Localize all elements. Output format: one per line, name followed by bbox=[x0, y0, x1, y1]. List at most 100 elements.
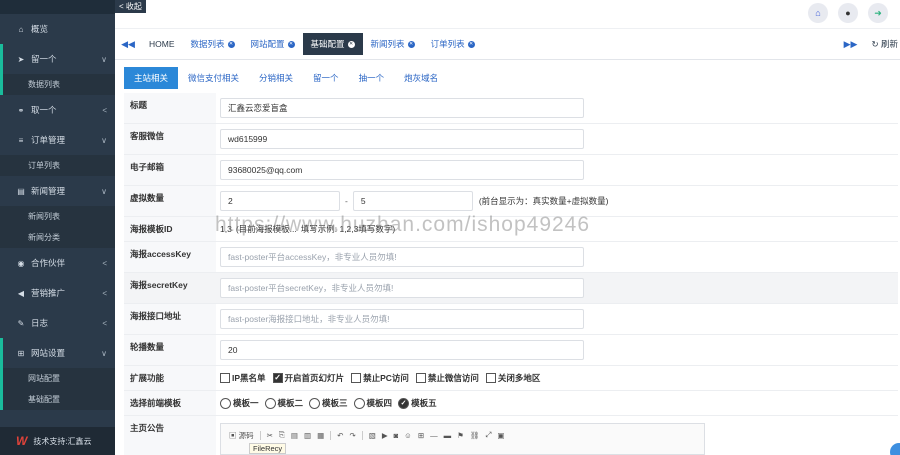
tab-scroll-right-icon[interactable]: ▶▶ bbox=[844, 39, 858, 50]
ip-blacklist-checkbox[interactable]: IP黑名单 bbox=[220, 372, 266, 384]
chevron-down-icon: ∨ bbox=[101, 186, 107, 196]
sidebar-item-label: 营销推广 bbox=[31, 288, 66, 298]
subtab-leave-one[interactable]: 留一个 bbox=[303, 67, 349, 89]
flash-icon[interactable]: ◙ bbox=[394, 431, 399, 440]
radio-icon bbox=[220, 397, 231, 409]
preview-icon[interactable]: ▣ bbox=[497, 431, 504, 440]
sidebar-item-leave-one[interactable]: ➤ 留一个 ∨ bbox=[0, 44, 115, 74]
template-5-radio[interactable]: ✓ 模板五 bbox=[398, 397, 437, 409]
virtual-max-input[interactable] bbox=[352, 191, 473, 211]
tab-data-list[interactable]: 数据列表 ✕ bbox=[183, 33, 243, 55]
sidebar-item-marketing[interactable]: ◀ 营销推广 < bbox=[0, 278, 115, 308]
email-input[interactable] bbox=[220, 160, 584, 180]
disable-multi-region-checkbox[interactable]: 关闭多地区 bbox=[485, 372, 540, 384]
carousel-count-input[interactable] bbox=[220, 340, 584, 360]
template-3-radio[interactable]: 模板三 bbox=[309, 397, 348, 409]
title-input[interactable] bbox=[220, 98, 584, 118]
fullscreen-icon[interactable]: ⤢ bbox=[485, 430, 491, 440]
tab-news-list[interactable]: 新闻列表 ✕ bbox=[363, 33, 423, 55]
checkbox-icon bbox=[220, 373, 230, 383]
tab-scroll-left-icon[interactable]: ◀◀ bbox=[115, 39, 141, 50]
paste-icon[interactable]: ▤ bbox=[291, 431, 298, 440]
video-icon[interactable]: ▶ bbox=[382, 431, 388, 440]
tab-label: 网站配置 bbox=[250, 39, 285, 49]
sidebar-item-partners[interactable]: ◉ 合作伙伴 < bbox=[0, 248, 115, 278]
sidebar-item-label: 新闻管理 bbox=[31, 186, 66, 196]
image-icon[interactable]: ▧ bbox=[369, 431, 376, 440]
brand-logo-icon: W bbox=[16, 434, 28, 448]
sidebar-subitem-order-list[interactable]: 订单列表 bbox=[0, 155, 115, 176]
paste-text-icon[interactable]: ▥ bbox=[304, 431, 311, 440]
access-key-input[interactable] bbox=[220, 247, 584, 267]
homepage-slides-checkbox[interactable]: ✓ 开启首页幻灯片 bbox=[272, 372, 344, 384]
sidebar-subitem-news-category[interactable]: 新闻分类 bbox=[0, 227, 115, 248]
template-1-radio[interactable]: 模板一 bbox=[220, 397, 259, 409]
close-icon[interactable]: ✕ bbox=[287, 40, 295, 48]
sidebar-item-take-one[interactable]: ⚭ 取一个 < bbox=[0, 95, 115, 125]
table-icon[interactable]: ⊞ bbox=[418, 431, 424, 440]
close-icon[interactable]: ✕ bbox=[347, 40, 355, 48]
chevron-down-icon: ∨ bbox=[101, 135, 107, 145]
field-label: 海报接口地址 bbox=[124, 304, 216, 334]
sidebar-item-news[interactable]: ▤ 新闻管理 ∨ bbox=[0, 176, 115, 206]
hr-icon[interactable]: — bbox=[430, 431, 438, 440]
refresh-button[interactable]: ↻ 刷新 bbox=[871, 38, 898, 50]
pagebreak-icon[interactable]: ▬ bbox=[444, 431, 452, 440]
virtual-min-input[interactable] bbox=[220, 191, 340, 211]
link-icon[interactable]: ⛓ bbox=[470, 431, 480, 440]
subtab-wechat-pay[interactable]: 微信支付相关 bbox=[178, 67, 249, 89]
subtab-main-site[interactable]: 主站相关 bbox=[124, 67, 179, 89]
newspaper-icon: ▤ bbox=[17, 186, 25, 196]
sidebar-subitem-data-list[interactable]: 数据列表 bbox=[0, 74, 115, 95]
collapse-sidebar-button[interactable]: < 收起 bbox=[115, 0, 146, 13]
poster-api-input[interactable] bbox=[220, 309, 584, 329]
close-icon[interactable]: ✕ bbox=[407, 40, 415, 48]
checkbox-icon bbox=[415, 373, 426, 383]
source-code-button[interactable]: ▣ 源码 bbox=[229, 430, 254, 441]
secret-key-input[interactable] bbox=[220, 278, 584, 298]
tab-home[interactable]: HOME bbox=[141, 33, 183, 55]
sidebar-subitem-news-list[interactable]: 新闻列表 bbox=[0, 206, 115, 227]
tab-order-list[interactable]: 订单列表 ✕ bbox=[423, 33, 483, 55]
floating-help-button[interactable] bbox=[890, 443, 900, 455]
sidebar-item-site-settings[interactable]: ⊞ 网站设置 ∨ bbox=[0, 338, 115, 368]
radio-icon bbox=[309, 397, 321, 409]
subtab-distribution[interactable]: 分销相关 bbox=[249, 67, 303, 89]
block-pc-checkbox[interactable]: 禁止PC访问 bbox=[351, 372, 409, 384]
form-row-announcement: 主页公告 ▣ 源码 ✂ ⎘ ▤ ▥ ▦ ↶ ↷ ▧ ▶ ◙ ☺ ⊞ — ▬ ⚑ … bbox=[124, 416, 898, 455]
user-icon[interactable]: ● bbox=[838, 3, 858, 23]
cut-icon[interactable]: ✂ bbox=[267, 431, 273, 440]
checkbox-icon bbox=[351, 373, 362, 383]
anchor-icon[interactable]: ⚑ bbox=[457, 431, 464, 440]
undo-icon[interactable]: ↶ bbox=[337, 431, 343, 440]
paste-word-icon[interactable]: ▦ bbox=[317, 431, 324, 440]
checkbox-icon bbox=[485, 373, 496, 383]
template-2-radio[interactable]: 模板二 bbox=[264, 397, 303, 409]
announcement-editor[interactable]: ▣ 源码 ✂ ⎘ ▤ ▥ ▦ ↶ ↷ ▧ ▶ ◙ ☺ ⊞ — ▬ ⚑ ⛓ ⤢ ▣… bbox=[220, 423, 705, 455]
block-wechat-checkbox[interactable]: 禁止微信访问 bbox=[415, 372, 479, 384]
redo-icon[interactable]: ↷ bbox=[349, 431, 355, 440]
template-4-radio[interactable]: 模板四 bbox=[353, 397, 392, 409]
sidebar-item-logs[interactable]: ✎ 日志 < bbox=[0, 308, 115, 338]
tab-site-config[interactable]: 网站配置 ✕ bbox=[243, 33, 303, 55]
close-icon[interactable]: ✕ bbox=[467, 40, 475, 48]
close-icon[interactable]: ✕ bbox=[227, 40, 235, 48]
sidebar-subitem-basic-config[interactable]: 基础配置 bbox=[0, 389, 115, 410]
tab-basic-config[interactable]: 基础配置 ✕ bbox=[302, 33, 363, 55]
sidebar-item-label: 订单管理 bbox=[31, 135, 66, 145]
emoji-icon[interactable]: ☺ bbox=[404, 431, 412, 440]
wechat-input[interactable] bbox=[220, 129, 584, 149]
sidebar-item-label: 日志 bbox=[31, 318, 49, 328]
sidebar-subitem-label: 网站配置 bbox=[28, 374, 60, 383]
sidebar-subitem-site-config[interactable]: 网站配置 bbox=[0, 368, 115, 389]
field-label: 标题 bbox=[124, 93, 216, 123]
field-label: 海报secretKey bbox=[124, 273, 216, 303]
subtab-draw-one[interactable]: 抽一个 bbox=[349, 67, 395, 89]
home-icon[interactable]: ⌂ bbox=[808, 3, 828, 23]
logout-icon[interactable]: ➜ bbox=[868, 3, 888, 23]
subtab-decoy-domain[interactable]: 炮灰域名 bbox=[394, 67, 448, 89]
radio-icon bbox=[264, 397, 276, 409]
sidebar-item-orders[interactable]: ≡ 订单管理 ∨ bbox=[0, 125, 115, 155]
copy-icon[interactable]: ⎘ bbox=[279, 430, 285, 440]
sidebar-item-overview[interactable]: ⌂ 概览 bbox=[0, 14, 115, 44]
